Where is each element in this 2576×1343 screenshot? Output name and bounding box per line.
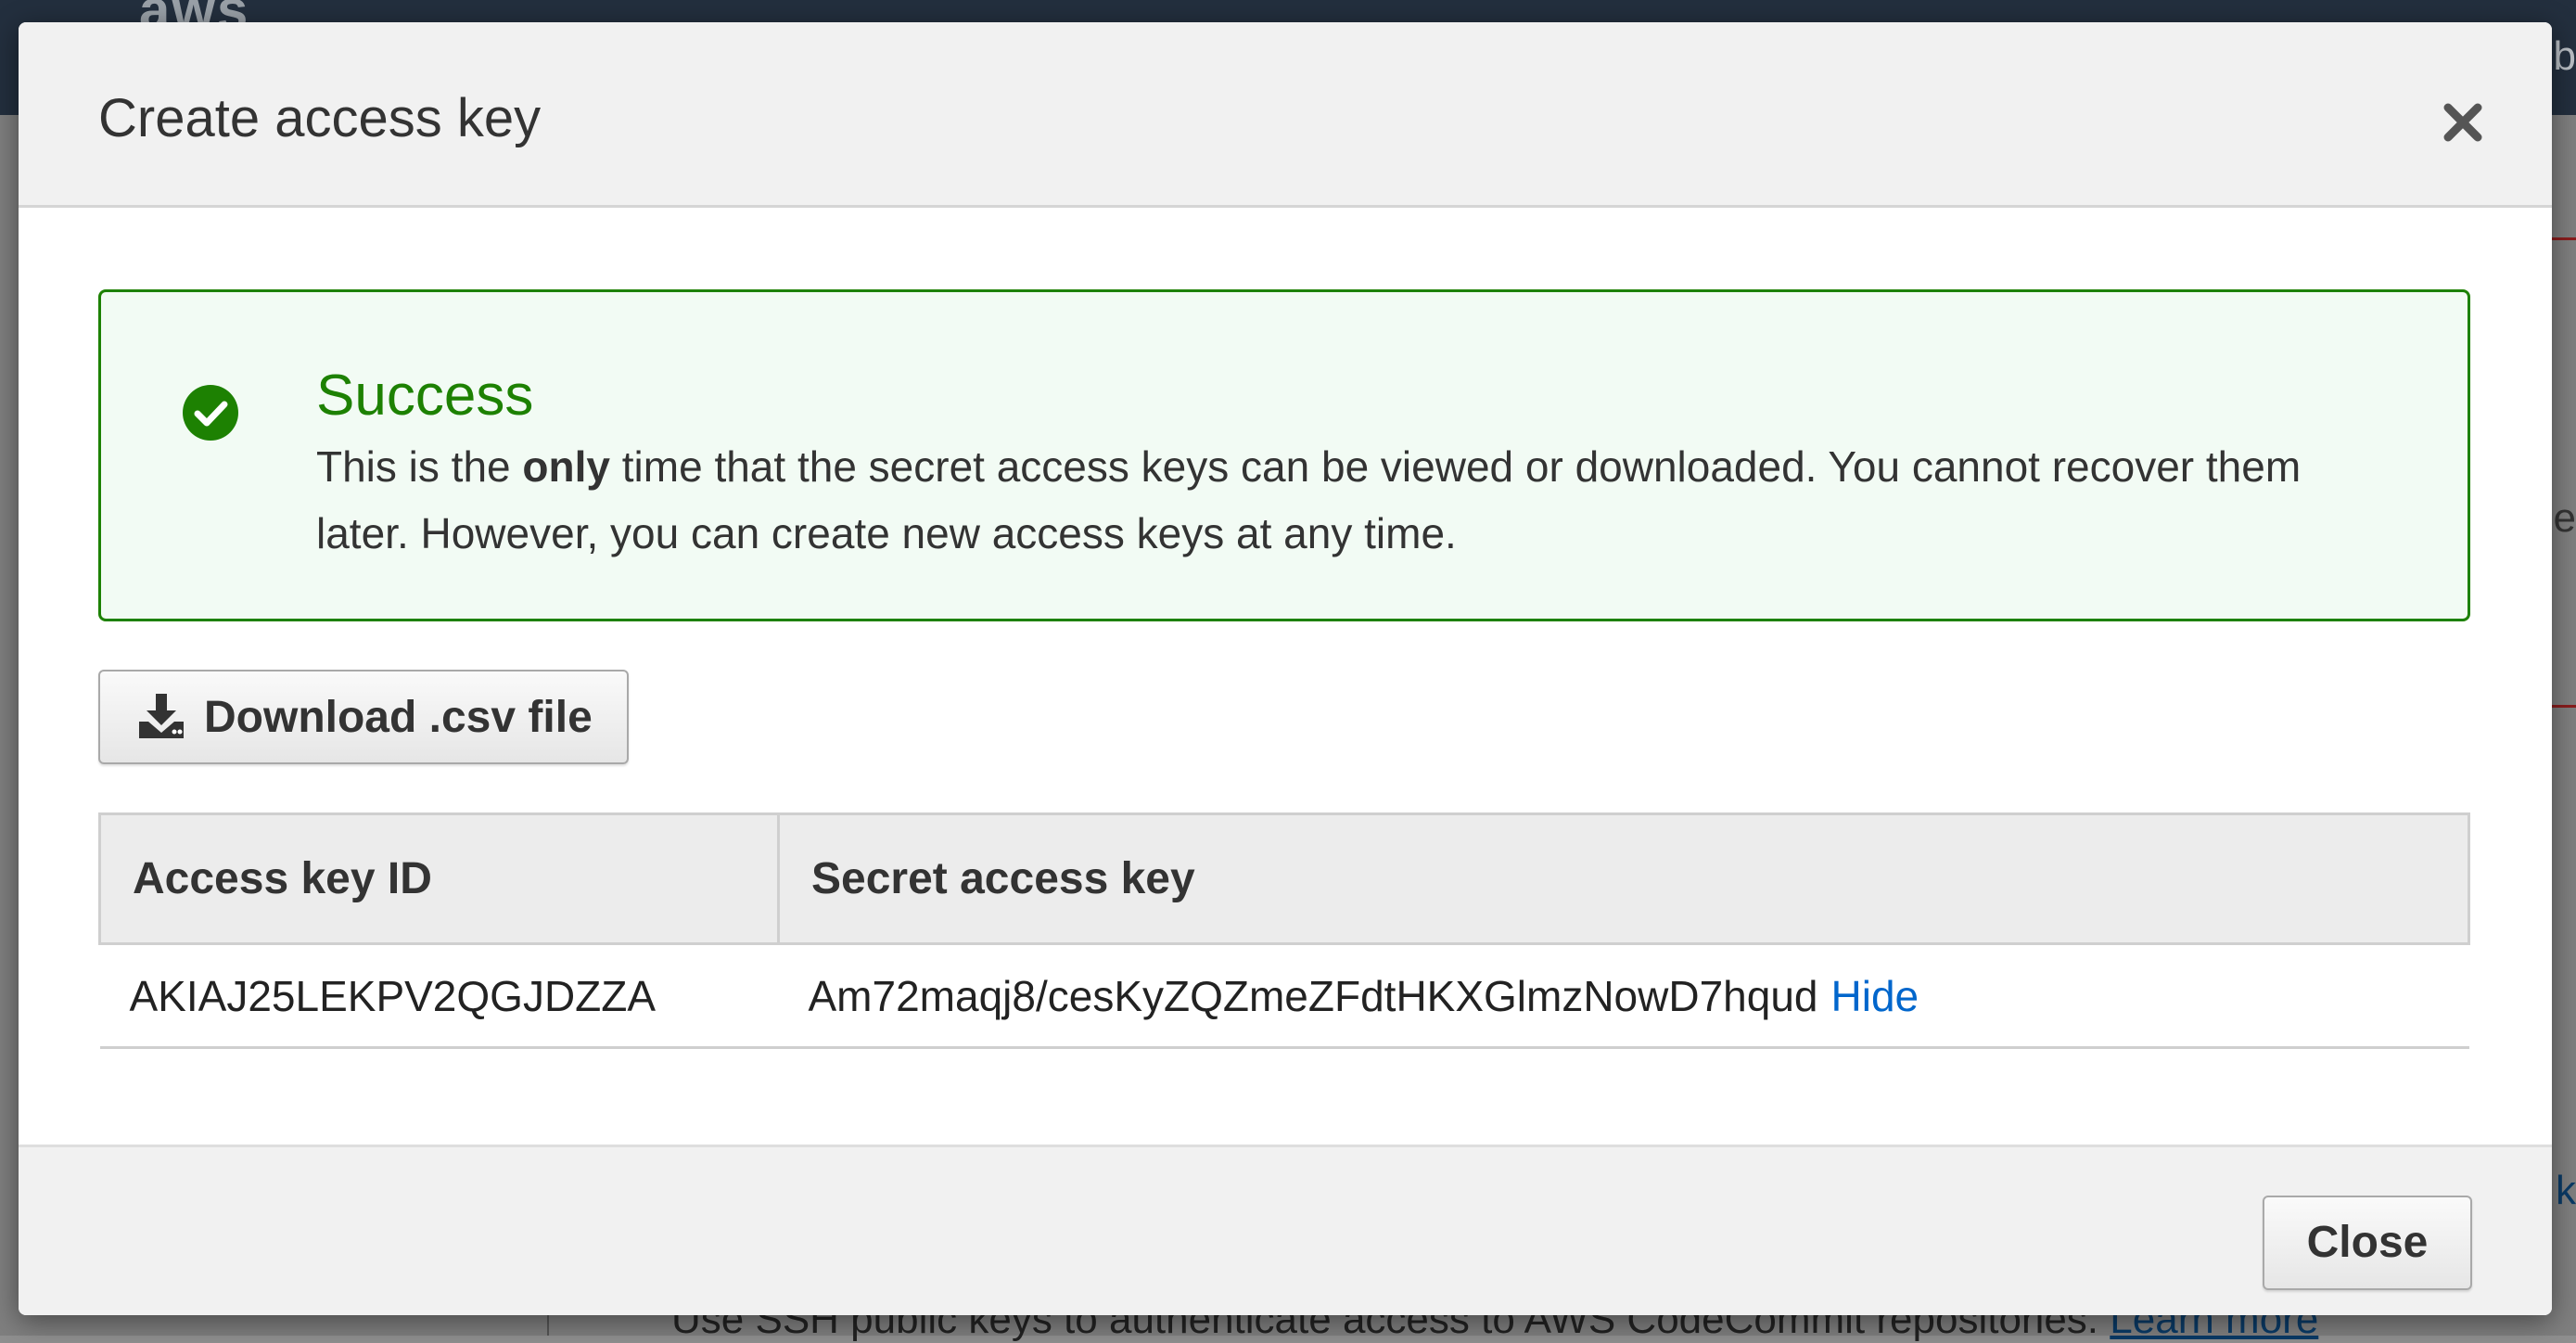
alert-message-end: time that the secret access keys can be … <box>316 442 2302 557</box>
access-key-id-cell: AKIAJ25LEKPV2QGJDZZA <box>99 943 779 1049</box>
background-side-text: e <box>2553 495 2576 541</box>
dialog-footer: Close <box>19 1145 2552 1315</box>
secret-access-key-value: Am72maqj8/cesKyZQZmeZFdtHKXGlmzNowD7hqud <box>808 971 1818 1020</box>
close-icon[interactable] <box>2437 96 2489 148</box>
alert-message-start: This is the <box>316 442 523 491</box>
download-csv-button[interactable]: Download .csv file <box>98 670 629 764</box>
background-side-link: k <box>2556 1168 2576 1213</box>
column-header-secret-access-key: Secret access key <box>777 812 2470 945</box>
success-alert: Success This is the only time that the s… <box>98 289 2470 621</box>
create-access-key-dialog: Create access key Success This is the on… <box>19 22 2552 1315</box>
column-header-access-key-id: Access key ID <box>98 812 780 945</box>
table-header-row: Access key ID Secret access key <box>98 812 2470 945</box>
alert-message: This is the only time that the secret ac… <box>316 433 2393 567</box>
download-icon <box>137 692 185 740</box>
close-button[interactable]: Close <box>2263 1196 2472 1290</box>
hide-secret-link[interactable]: Hide <box>1831 972 1919 1020</box>
alert-message-emphasis: only <box>522 442 610 491</box>
access-keys-table: Access key ID Secret access key AKIAJ25L… <box>98 812 2470 1049</box>
table-row: AKIAJ25LEKPV2QGJDZZA Am72maqj8/cesKyZQZm… <box>99 943 2469 1049</box>
dialog-header: Create access key <box>19 22 2552 208</box>
secret-access-key-cell: Am72maqj8/cesKyZQZmeZFdtHKXGlmzNowD7hqud… <box>778 943 2469 1049</box>
download-button-label: Download .csv file <box>204 693 593 742</box>
dialog-title: Create access key <box>98 88 542 148</box>
background-divider <box>2548 705 2576 708</box>
background-divider <box>2548 237 2576 240</box>
topbar-text: b <box>2553 33 2576 79</box>
alert-title: Success <box>316 364 534 428</box>
check-circle-icon <box>183 385 238 441</box>
